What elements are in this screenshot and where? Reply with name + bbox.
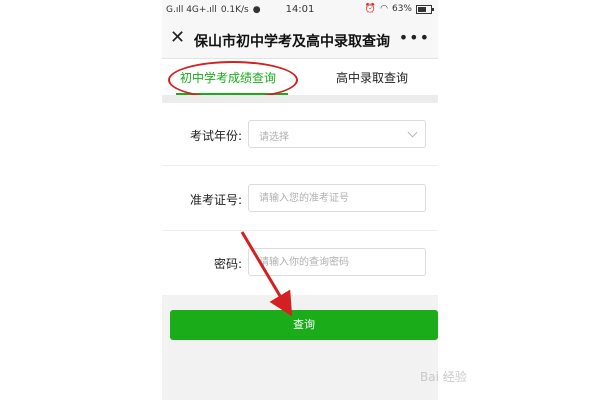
page-title: 保山市初中学考及高中录取查询 (194, 34, 390, 50)
section-gap (162, 95, 438, 103)
watermark: Bai 经验 (420, 370, 467, 384)
password-field-wrapper (248, 248, 426, 276)
ticket-number-input[interactable] (249, 185, 409, 211)
query-button[interactable]: 查询 (170, 310, 438, 340)
status-bar: G.ıll 4G+.ıll 0.1K/s ● 14:01 ⏰ ◠ 63% (162, 0, 438, 22)
battery-percent: 63% (391, 4, 412, 14)
ticket-label: 准考证号: (189, 193, 242, 207)
tab-bar: 初中学考成绩查询 高中录取查询 (162, 59, 438, 99)
battery-fill (418, 6, 426, 12)
title-bar: ✕ 保山市初中学考及高中录取查询 ••• (162, 22, 438, 59)
close-icon[interactable]: ✕ (170, 27, 185, 48)
password-label: 密码: (213, 257, 242, 271)
row-divider (162, 230, 438, 231)
year-label: 考试年份: (189, 129, 242, 143)
annotation-circle (168, 61, 298, 99)
query-form: 考试年份: 请选择 准考证号: 密码: (162, 103, 438, 295)
alarm-icon: ⏰ (364, 4, 377, 14)
battery-icon (416, 4, 434, 14)
phone-screen: G.ıll 4G+.ıll 0.1K/s ● 14:01 ⏰ ◠ 63% ✕ 保… (162, 0, 438, 400)
tab-senior-admission[interactable]: 高中录取查询 (336, 69, 408, 86)
password-input[interactable] (249, 249, 409, 275)
status-right: ⏰ ◠ 63% (364, 4, 434, 14)
row-divider (162, 165, 438, 166)
chevron-down-icon (407, 127, 418, 138)
ticket-field-wrapper (248, 184, 426, 212)
year-select[interactable]: 请选择 (248, 120, 426, 148)
wifi-icon: ◠ (380, 4, 388, 14)
year-select-placeholder: 请选择 (259, 132, 289, 143)
more-icon[interactable]: ••• (399, 28, 430, 47)
